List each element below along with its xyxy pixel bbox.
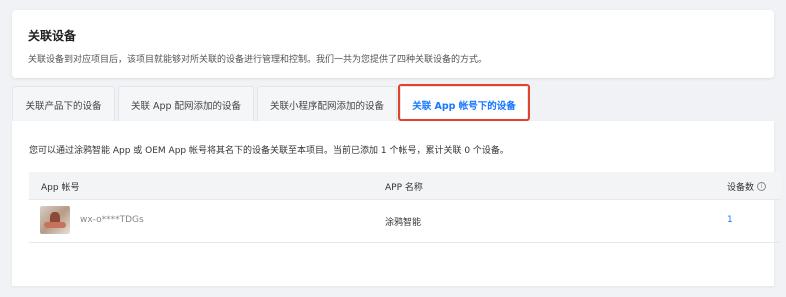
- page-title: 关联设备: [28, 29, 77, 43]
- page: 关联设备 关联设备到对应项目后，该项目就能够对所关联的设备进行管理和控制。我们一…: [0, 0, 786, 297]
- header-card: 关联设备 关联设备到对应项目后，该项目就能够对所关联的设备进行管理和控制。我们一…: [12, 10, 774, 78]
- table-header: App 帐号 APP 名称 设备数 i: [29, 172, 781, 200]
- avatar: [40, 206, 70, 234]
- cell-device-count-link[interactable]: 1: [727, 215, 733, 225]
- table-row: wx-o****TDGs 涂鸦智能 1: [29, 200, 781, 243]
- column-header-app-name: APP 名称: [385, 183, 423, 193]
- tab-miniprogram-pairing-devices[interactable]: 关联小程序配网添加的设备: [257, 86, 397, 122]
- cell-app-name: 涂鸦智能: [385, 218, 422, 228]
- info-circle-icon[interactable]: i: [757, 182, 767, 191]
- tabs-bar: 关联产品下的设备 关联 App 配网添加的设备 关联小程序配网添加的设备 关联 …: [12, 86, 774, 122]
- tab-app-account-devices[interactable]: 关联 App 帐号下的设备: [400, 86, 528, 122]
- content-card: 您可以通过涂鸦智能 App 或 OEM App 帐号将其名下的设备关联至本项目。…: [12, 121, 781, 286]
- cell-account: wx-o****TDGs: [80, 215, 144, 225]
- page-description: 关联设备到对应项目后，该项目就能够对所关联的设备进行管理和控制。我们一共为您提供…: [28, 55, 488, 65]
- column-header-account: App 帐号: [41, 183, 80, 193]
- tab-product-devices[interactable]: 关联产品下的设备: [12, 86, 115, 122]
- accounts-table: App 帐号 APP 名称 设备数 i wx-o****TDGs 涂鸦智能 1: [29, 172, 781, 243]
- tab-app-pairing-devices[interactable]: 关联 App 配网添加的设备: [118, 86, 254, 122]
- info-text: 您可以通过涂鸦智能 App 或 OEM App 帐号将其名下的设备关联至本项目。…: [29, 146, 509, 156]
- column-header-device-count: 设备数 i: [727, 180, 767, 193]
- column-header-device-count-label: 设备数: [727, 183, 755, 193]
